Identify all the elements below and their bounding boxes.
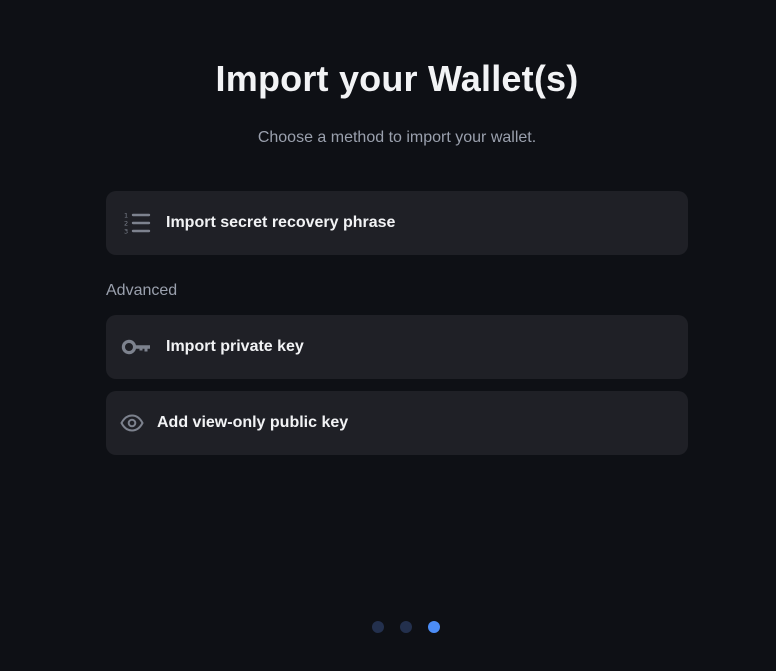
- import-private-key-label: Import private key: [166, 338, 304, 355]
- advanced-section-label: Advanced: [106, 282, 178, 299]
- pagination-dots: [372, 621, 440, 633]
- import-private-key-button[interactable]: Import private key: [106, 315, 688, 379]
- import-recovery-phrase-button[interactable]: 1 2 3 Import secret recovery phrase: [106, 191, 688, 255]
- svg-text:2: 2: [124, 220, 128, 228]
- add-view-only-key-label: Add view-only public key: [157, 414, 349, 431]
- import-wallet-screen: Import your Wallet(s) Choose a method to…: [0, 0, 776, 671]
- pagination-dot[interactable]: [372, 621, 384, 633]
- pagination-dot-active[interactable]: [428, 621, 440, 633]
- add-view-only-key-button[interactable]: Add view-only public key: [106, 391, 688, 455]
- svg-text:3: 3: [124, 228, 128, 236]
- import-recovery-phrase-label: Import secret recovery phrase: [166, 214, 396, 231]
- key-icon: [121, 338, 151, 356]
- eye-icon: [120, 414, 144, 432]
- page-title: Import your Wallet(s): [215, 58, 579, 99]
- pagination-dot[interactable]: [400, 621, 412, 633]
- page-subtitle: Choose a method to import your wallet.: [257, 129, 537, 146]
- svg-text:1: 1: [124, 212, 128, 220]
- numbered-list-icon: 1 2 3: [123, 211, 151, 235]
